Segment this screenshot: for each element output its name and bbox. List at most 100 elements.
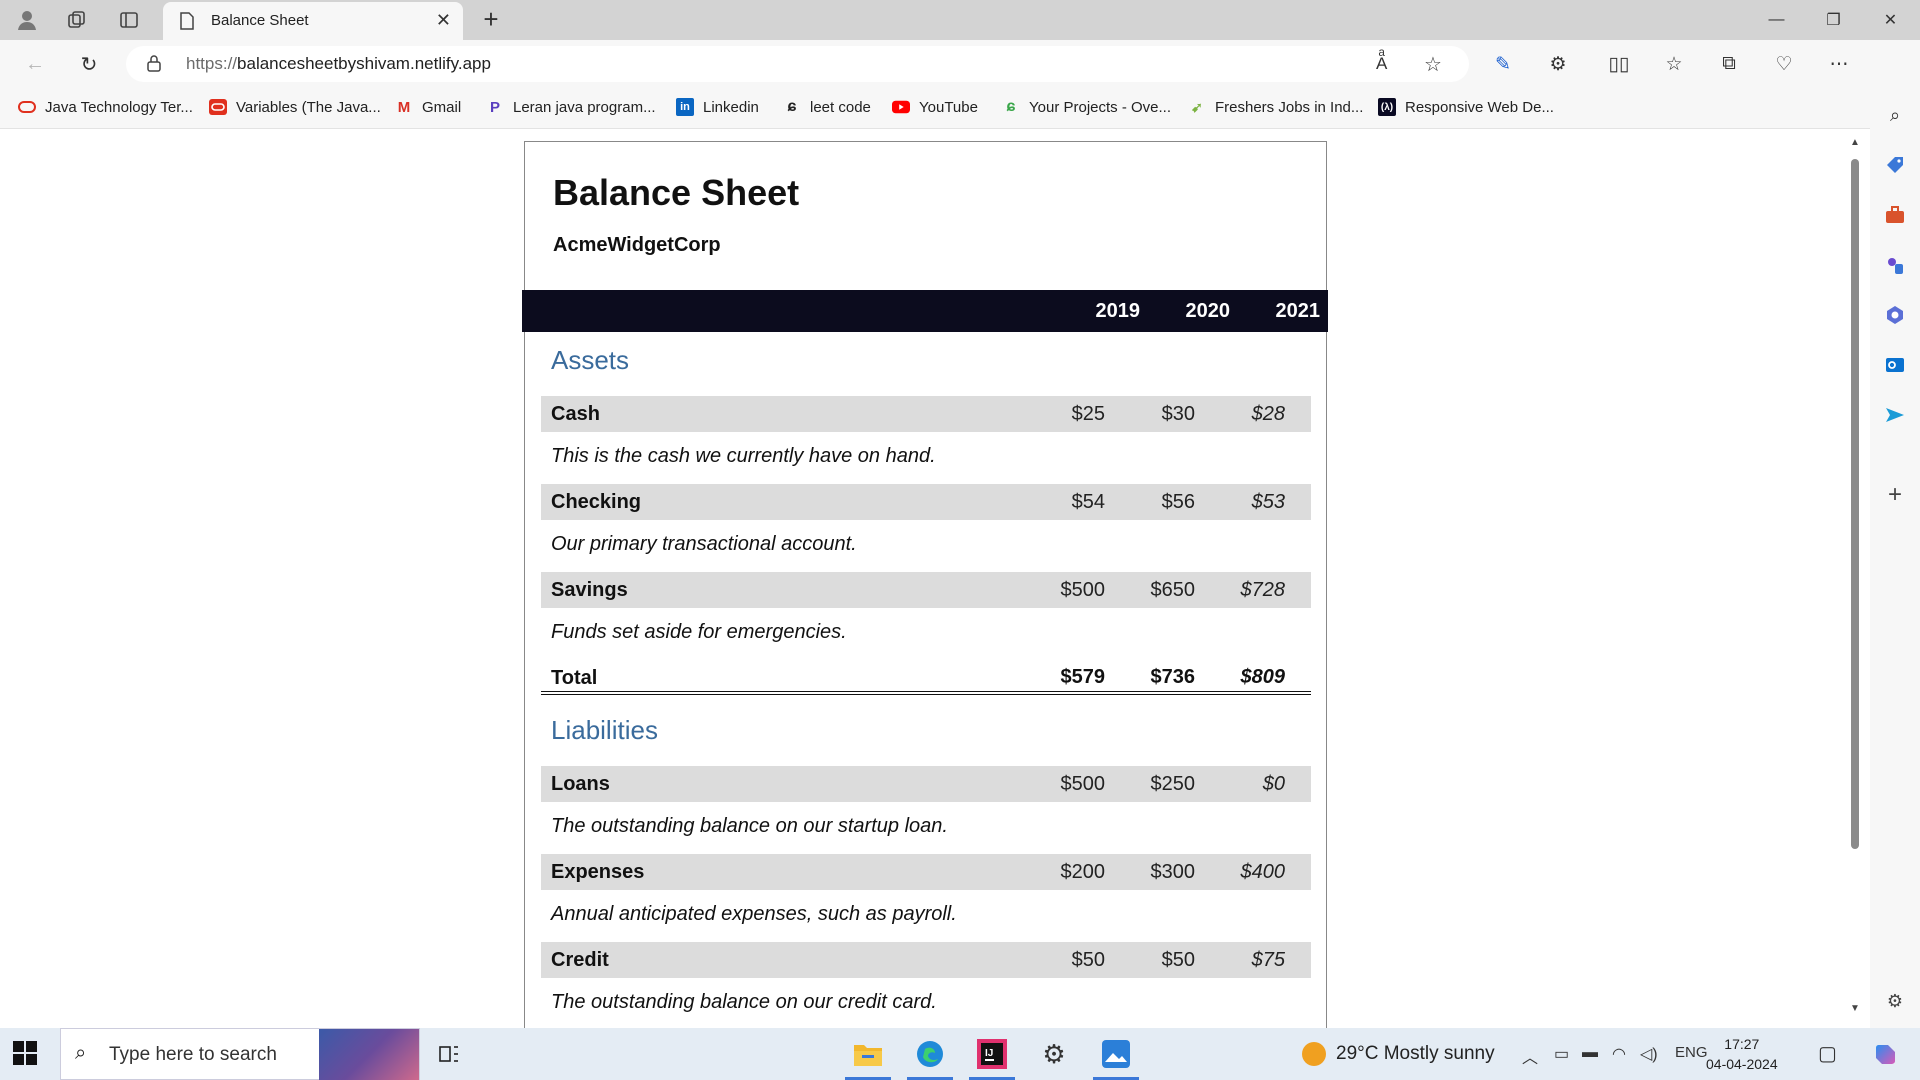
task-view-icon[interactable] xyxy=(424,1034,474,1074)
wifi-icon[interactable]: ◠ xyxy=(1612,1044,1626,1064)
value-2019: $500 xyxy=(1060,579,1106,601)
send-icon[interactable] xyxy=(1882,402,1908,428)
extensions-icon[interactable]: ⚙ xyxy=(1543,50,1573,78)
youtube-icon xyxy=(892,98,910,116)
performance-icon[interactable]: ♡ xyxy=(1769,50,1799,78)
lock-icon[interactable] xyxy=(146,54,162,77)
bookmark-leran-java[interactable]: P Leran java program... xyxy=(486,98,656,116)
outlook-icon[interactable] xyxy=(1882,352,1908,378)
notifications-icon[interactable]: ▢ xyxy=(1818,1041,1837,1066)
photos-app-icon[interactable] xyxy=(1091,1034,1141,1080)
page-scrollbar[interactable]: ▲ ▼ xyxy=(1848,129,1862,1028)
favorite-star-icon[interactable]: ☆ xyxy=(1424,52,1442,77)
window-close-button[interactable]: ✕ xyxy=(1862,0,1919,40)
gmail-icon: M xyxy=(397,98,411,116)
split-screen-icon[interactable]: ▯▯ xyxy=(1604,50,1634,78)
assets-total-row: Total $579 $736 $809 xyxy=(541,655,1311,695)
oracle-icon xyxy=(209,98,227,116)
liabilities-section-title: Liabilities xyxy=(551,715,658,745)
row-label: Loans xyxy=(551,773,610,795)
tools-icon[interactable] xyxy=(1882,202,1908,228)
freecodecamp-icon: (λ) xyxy=(1378,98,1396,116)
bookmark-leetcode[interactable]: ɕ leet code xyxy=(783,98,871,116)
microsoft-365-icon[interactable] xyxy=(1882,302,1908,328)
row-label: Cash xyxy=(551,403,600,425)
bookmark-youtube[interactable]: YouTube xyxy=(892,98,978,116)
total-label: Total xyxy=(551,667,598,689)
edge-sidebar: ⌕ + ⚙ xyxy=(1870,40,1920,1028)
bookmark-java-technology[interactable]: Java Technology Ter... xyxy=(18,98,193,116)
tab-actions-icon[interactable] xyxy=(112,4,146,36)
workspaces-icon[interactable] xyxy=(60,4,94,36)
sidebar-settings-icon[interactable]: ⚙ xyxy=(1882,988,1908,1014)
value-2021: $0 xyxy=(1262,773,1285,795)
file-explorer-icon[interactable] xyxy=(843,1034,893,1080)
volume-icon[interactable]: ◁) xyxy=(1640,1044,1658,1064)
language-indicator[interactable]: ENG xyxy=(1675,1044,1708,1061)
meet-now-icon[interactable]: ▭ xyxy=(1554,1044,1569,1064)
search-highlight-image xyxy=(319,1029,419,1080)
bookmark-variables-java[interactable]: Variables (The Java... xyxy=(209,98,381,116)
close-tab-icon[interactable]: ✕ xyxy=(436,10,451,31)
favorites-icon[interactable]: ☆ xyxy=(1659,50,1689,78)
year-2021-header: 2021 xyxy=(1275,300,1321,322)
bookmark-your-projects[interactable]: ɕ Your Projects - Ove... xyxy=(1002,98,1171,116)
bookmark-linkedin[interactable]: in Linkedin xyxy=(676,98,759,116)
balance-sheet-card: Balance Sheet AcmeWidgetCorp 2019 2020 2… xyxy=(522,141,1328,1028)
add-sidebar-app-icon[interactable]: + xyxy=(1882,481,1908,508)
total-2021: $809 xyxy=(1240,666,1286,688)
projects-icon: ɕ xyxy=(1006,98,1016,115)
bookmark-freshers-jobs[interactable]: ➹ Freshers Jobs in Ind... xyxy=(1188,98,1363,116)
minimize-button[interactable]: — xyxy=(1748,0,1805,40)
svg-text:IJ: IJ xyxy=(985,1048,993,1059)
leetcode-icon: ɕ xyxy=(787,98,797,115)
address-bar[interactable]: https://balancesheetbyshivam.netlify.app… xyxy=(126,46,1469,82)
taskbar-search-box[interactable]: ⌕ Type here to search xyxy=(60,1028,420,1080)
clock-date: 04-04-2024 xyxy=(1706,1056,1778,1072)
value-2019: $54 xyxy=(1071,491,1105,513)
copilot-pen-icon[interactable]: ✎ xyxy=(1488,50,1518,78)
row-label: Expenses xyxy=(551,861,645,883)
sun-icon xyxy=(1302,1042,1326,1066)
games-icon[interactable] xyxy=(1882,252,1908,278)
chevron-up-icon[interactable]: ︿ xyxy=(1522,1044,1538,1068)
bookmark-responsive-web[interactable]: (λ) Responsive Web De... xyxy=(1378,98,1554,116)
copilot-taskbar-icon[interactable] xyxy=(1862,1034,1912,1074)
bookmarks-bar: Java Technology Ter... Variables (The Ja… xyxy=(0,88,1870,128)
new-tab-button[interactable]: + xyxy=(476,4,506,34)
windows-start-icon[interactable] xyxy=(12,1040,40,1068)
company-name: AcmeWidgetCorp xyxy=(553,234,721,256)
url-text[interactable]: https://balancesheetbyshivam.netlify.app xyxy=(186,54,491,74)
table-row: Cash $25 $30 $28 xyxy=(541,396,1311,432)
settings-gear-icon[interactable]: ⚙ xyxy=(1029,1034,1079,1074)
more-menu-icon[interactable]: ⋯ xyxy=(1824,50,1854,78)
scroll-up-arrow-icon[interactable]: ▲ xyxy=(1850,137,1860,148)
scroll-thumb[interactable] xyxy=(1851,159,1859,849)
bookmark-gmail[interactable]: M Gmail xyxy=(395,98,461,116)
read-aloud-icon[interactable]: Aͣ xyxy=(1376,54,1387,74)
intellij-idea-icon[interactable]: IJ xyxy=(967,1034,1017,1080)
collections-icon[interactable]: ⧉ xyxy=(1714,50,1744,78)
year-2019-header: 2019 xyxy=(1095,300,1141,322)
shopping-tag-icon[interactable] xyxy=(1882,152,1908,178)
year-header-row: 2019 2020 2021 xyxy=(522,290,1328,332)
row-label: Savings xyxy=(551,579,628,601)
edge-browser-icon[interactable] xyxy=(905,1034,955,1080)
weather-widget[interactable]: 29°C Mostly sunny xyxy=(1302,1042,1495,1066)
value-2020: $650 xyxy=(1150,579,1196,601)
restore-button[interactable]: ❐ xyxy=(1805,0,1862,40)
refresh-button[interactable]: ↻ xyxy=(72,48,106,80)
table-row: Savings $500 $650 $728 xyxy=(541,572,1311,608)
battery-icon[interactable]: ▬ xyxy=(1582,1044,1598,1062)
taskbar-clock[interactable]: 17:27 04-04-2024 xyxy=(1706,1034,1778,1074)
row-description: Funds set aside for emergencies. xyxy=(551,621,847,643)
scroll-down-arrow-icon[interactable]: ▼ xyxy=(1850,1003,1860,1014)
profile-icon[interactable] xyxy=(10,4,44,36)
value-2019: $25 xyxy=(1071,403,1105,425)
year-2020-header: 2020 xyxy=(1185,300,1231,322)
value-2020: $50 xyxy=(1161,949,1195,971)
linkedin-icon: in xyxy=(676,98,694,116)
tab-balance-sheet[interactable]: Balance Sheet ✕ xyxy=(163,2,463,40)
search-icon[interactable]: ⌕ xyxy=(1882,102,1908,128)
back-button[interactable]: ← xyxy=(18,48,52,80)
